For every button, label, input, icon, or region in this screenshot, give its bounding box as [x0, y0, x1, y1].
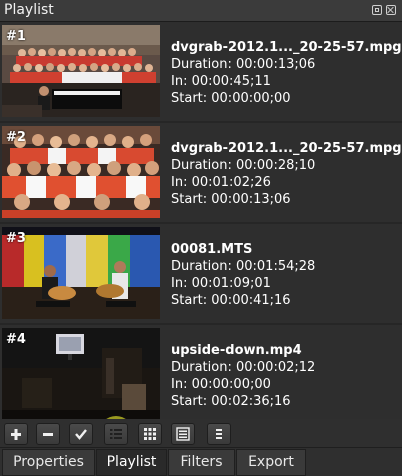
clip-duration: Duration: 00:00:02;12 — [171, 360, 316, 375]
checkmark-icon — [75, 429, 87, 440]
icon-view-button[interactable] — [171, 423, 195, 445]
item-number: #4 — [6, 332, 26, 347]
clip-thumbnail-dark-room-with-monitor: #4 — [2, 328, 160, 419]
playlist-item[interactable]: #3 00081.MTS Duration: 00:01:54;28 In: 0… — [0, 224, 402, 323]
tab-playlist[interactable]: Playlist — [96, 449, 167, 476]
clip-name: upside-down.mp4 — [171, 343, 302, 358]
panel-title: Playlist — [4, 2, 54, 18]
icon-view-icon — [176, 427, 190, 441]
plus-icon — [11, 429, 21, 440]
clip-thumbnail-guitar-duo-on-stage: #3 — [2, 227, 160, 319]
bottom-tab-bar: Properties Playlist Filters Export — [0, 447, 402, 476]
playlist-list[interactable]: #1 dvgrab-2012.1..._20-25-57.mpg Duratio… — [0, 22, 402, 419]
clip-in-point: In: 00:00:45;11 — [171, 74, 271, 89]
tab-properties[interactable]: Properties — [2, 449, 95, 476]
tab-export[interactable]: Export — [236, 449, 306, 476]
remove-clip-button[interactable] — [36, 423, 60, 445]
clip-in-point: In: 00:01:02;26 — [171, 175, 271, 190]
tab-filters[interactable]: Filters — [168, 449, 235, 476]
clip-start-time: Start: 00:02:36;16 — [171, 394, 291, 409]
clip-name: 00081.MTS — [171, 242, 253, 257]
clip-thumbnail-choir-with-piano: #1 — [2, 25, 160, 117]
clip-start-time: Start: 00:00:41;16 — [171, 293, 291, 308]
minus-icon — [43, 433, 53, 436]
menu-icon — [216, 429, 222, 439]
playlist-toolbar — [0, 419, 402, 447]
clip-name: dvgrab-2012.1..._20-25-57.mpg — [171, 40, 402, 55]
clip-in-point: In: 00:01:09;01 — [171, 276, 271, 291]
details-view-icon — [110, 429, 122, 439]
clip-details: dvgrab-2012.1..._20-25-57.mpg Duration: … — [171, 140, 402, 208]
clip-name: dvgrab-2012.1..._20-25-57.mpg — [171, 141, 402, 156]
clip-duration: Duration: 00:01:54;28 — [171, 259, 316, 274]
clip-thumbnail-choir-closeup: #2 — [2, 126, 160, 218]
clip-start-time: Start: 00:00:00;00 — [171, 91, 291, 106]
add-clip-button[interactable] — [4, 423, 28, 445]
clip-details: 00081.MTS Duration: 00:01:54;28 In: 00:0… — [171, 241, 315, 309]
close-panel-icon[interactable] — [386, 5, 396, 15]
playlist-menu-button[interactable] — [207, 423, 231, 445]
playlist-item[interactable]: #2 dvgrab-2012.1..._20-25-57.mpg Duratio… — [0, 123, 402, 222]
tiles-view-button[interactable] — [138, 423, 162, 445]
playlist-titlebar: Playlist — [0, 0, 402, 22]
item-number: #3 — [6, 231, 26, 246]
tiles-view-icon — [144, 428, 156, 440]
clip-duration: Duration: 00:00:28;10 — [171, 158, 316, 173]
clip-duration: Duration: 00:00:13;06 — [171, 57, 316, 72]
details-view-button[interactable] — [104, 423, 128, 445]
item-number: #2 — [6, 130, 26, 145]
clip-details: upside-down.mp4 Duration: 00:00:02;12 In… — [171, 342, 315, 410]
item-number: #1 — [6, 29, 26, 44]
playlist-item[interactable]: #1 dvgrab-2012.1..._20-25-57.mpg Duratio… — [0, 22, 402, 121]
float-panel-icon[interactable] — [372, 5, 382, 15]
clip-start-time: Start: 00:00:13;06 — [171, 192, 291, 207]
update-clip-button[interactable] — [69, 423, 93, 445]
clip-details: dvgrab-2012.1..._20-25-57.mpg Duration: … — [171, 39, 402, 107]
clip-in-point: In: 00:00:00;00 — [171, 377, 271, 392]
playlist-item[interactable]: #4 upside-down.mp4 Duration: 00:00:02;12… — [0, 325, 402, 419]
